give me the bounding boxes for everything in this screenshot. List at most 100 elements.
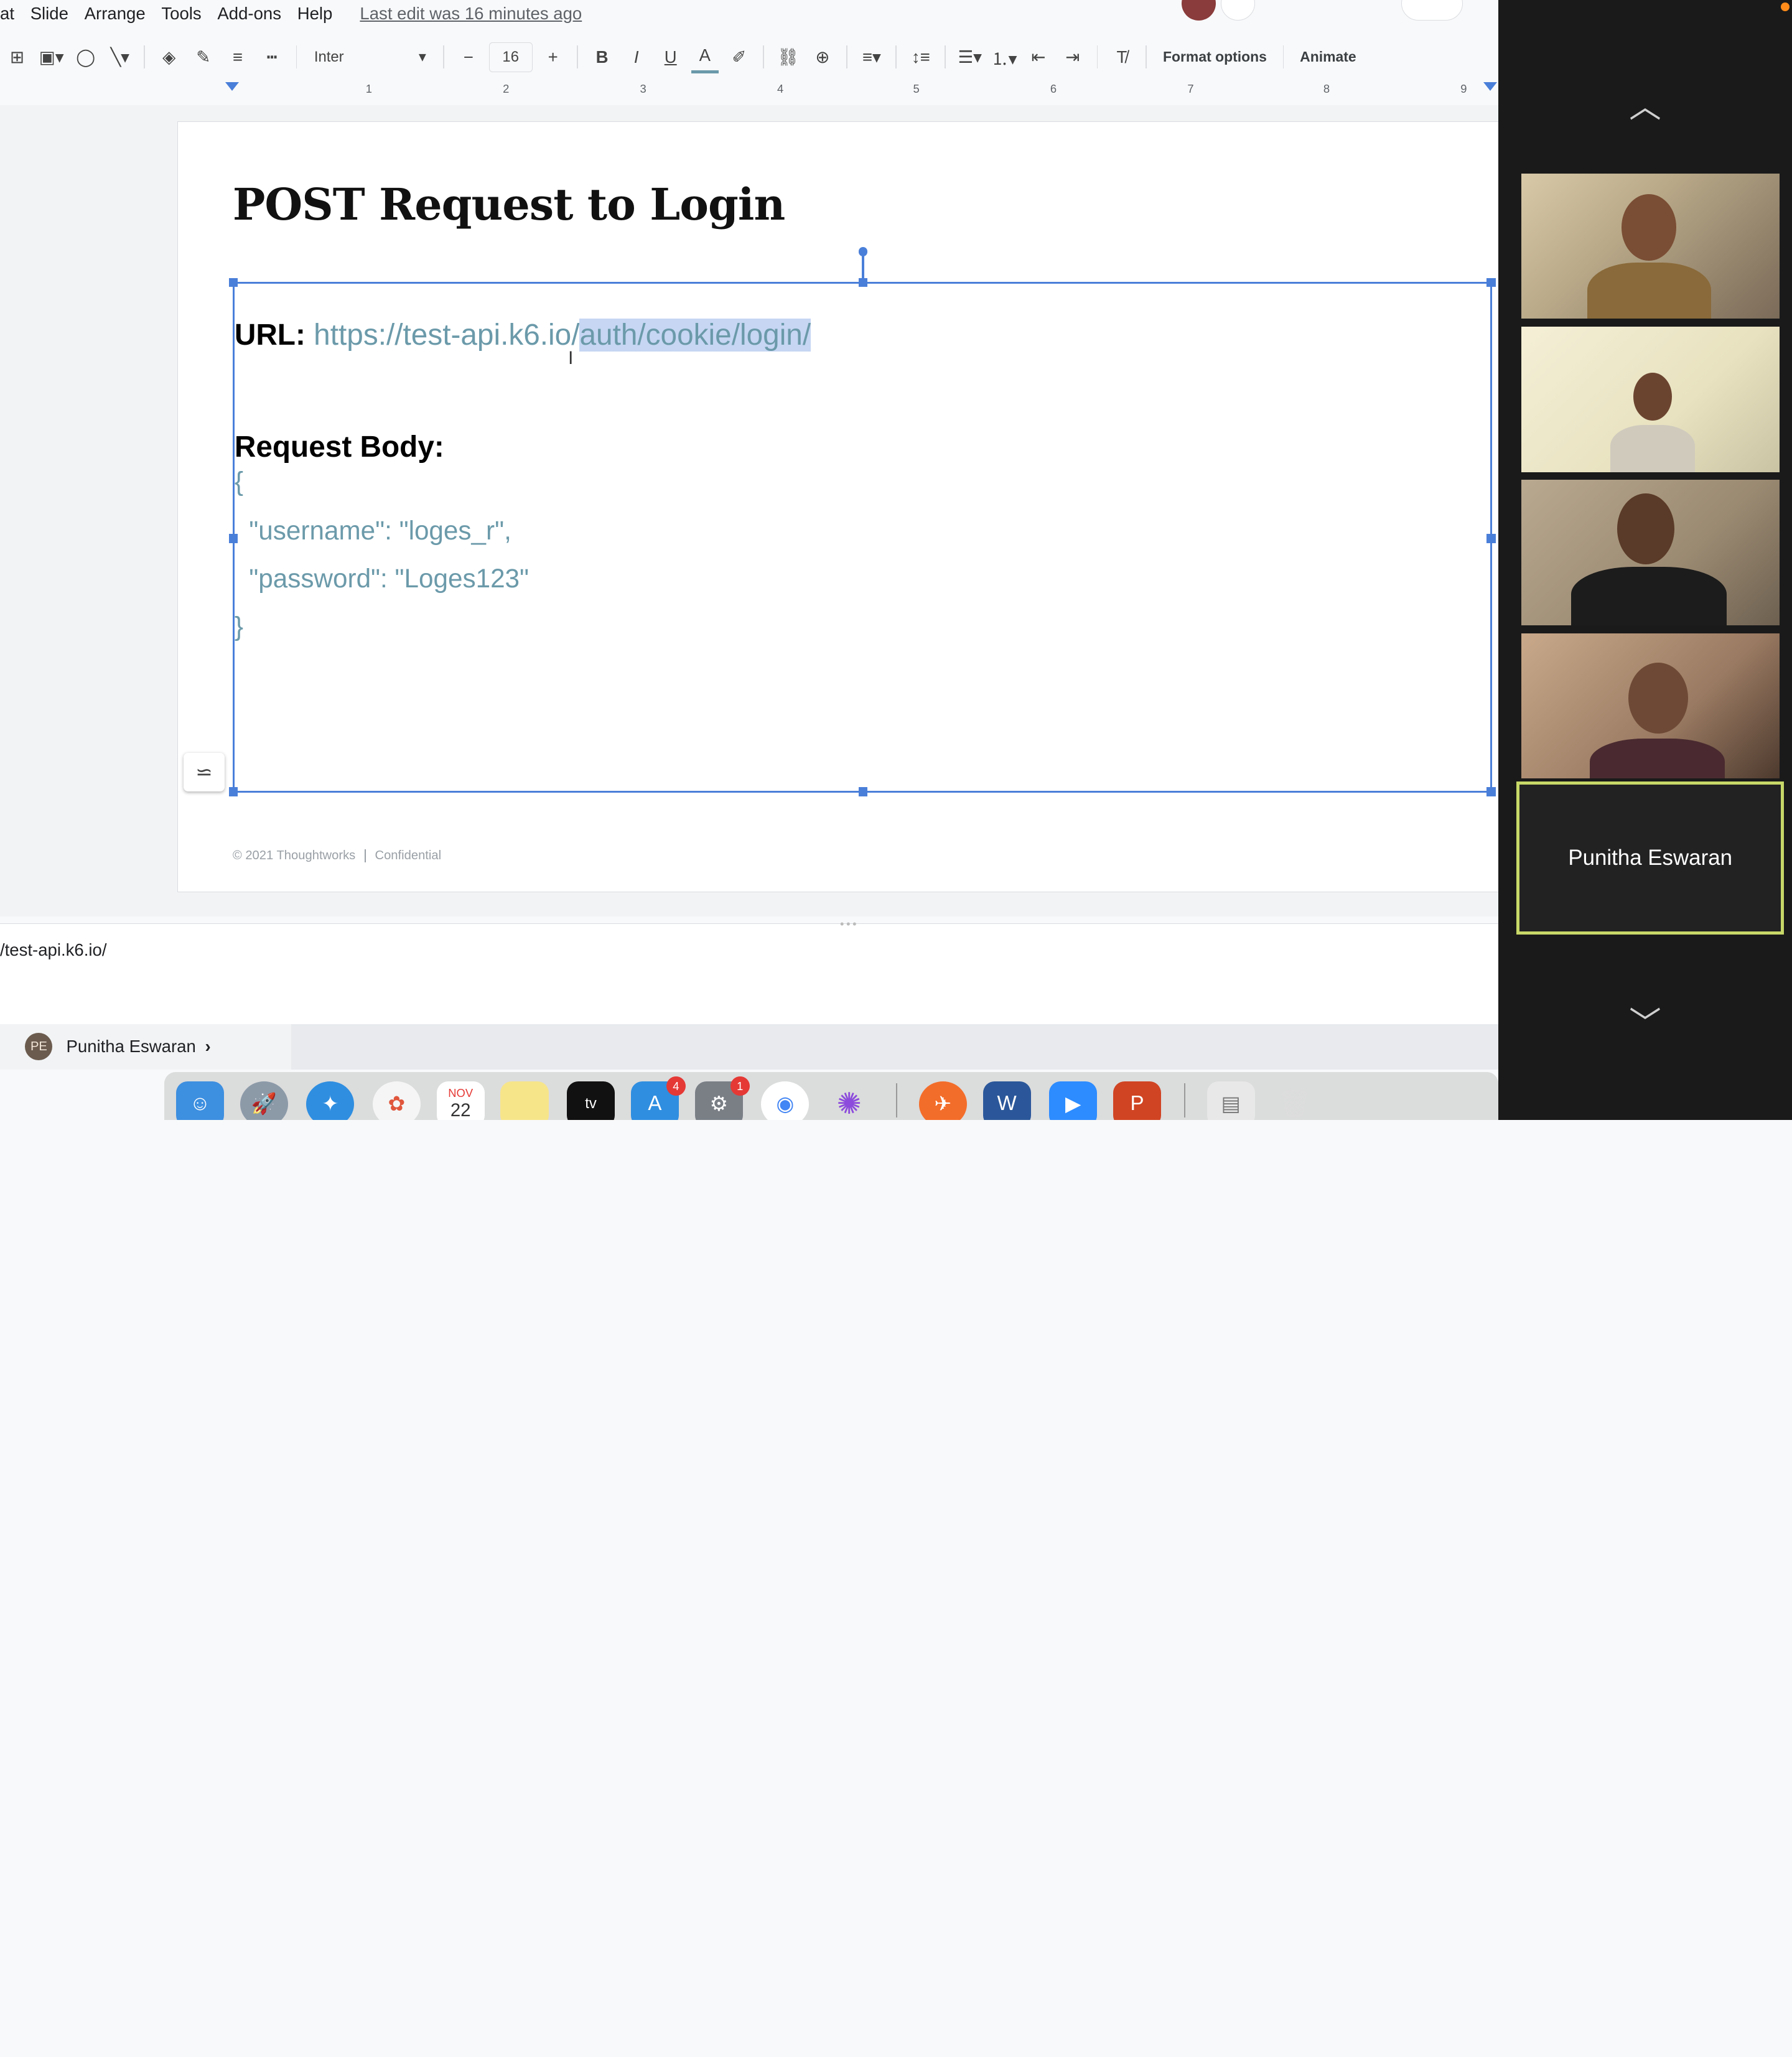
document-stack-icon[interactable]: ▤ [1206,1081,1255,1120]
resize-handle[interactable] [1486,787,1496,796]
video-tile[interactable] [1521,633,1780,778]
slide-canvas: POST Request to Login URL: https://test-… [0,105,1498,917]
menu-arrange[interactable]: Arrange [85,4,152,24]
comment-icon[interactable]: ⊕ [809,41,836,73]
active-speaker-tile[interactable]: Punitha Eswaran [1516,781,1785,935]
underline-icon[interactable]: U [657,41,684,73]
indent-marker-icon[interactable] [225,82,239,91]
word-icon[interactable]: W [982,1081,1031,1120]
slide[interactable]: POST Request to Login URL: https://test-… [177,121,1498,893]
chevron-right-icon: › [205,1037,211,1056]
url-line[interactable]: URL: https://test-api.k6.io/auth/cookie/… [235,318,811,352]
image-icon[interactable]: ▣▾ [38,41,65,73]
active-speaker-name: Punitha Eswaran [1568,846,1732,870]
request-body-label: Request Body: [234,430,444,464]
photos-icon[interactable]: ✿ [372,1081,421,1120]
font-select[interactable]: Inter ▾ [307,41,433,73]
resize-handle[interactable] [858,787,868,796]
increase-font-button[interactable]: + [539,41,567,73]
resize-handle[interactable] [228,278,238,287]
toolbar-divider [443,45,445,69]
collaborator-avatar[interactable] [1220,0,1255,21]
participant-head [1622,194,1677,261]
postman-icon[interactable]: ✈ [918,1081,967,1120]
video-tile[interactable] [1521,174,1780,319]
clear-formatting-icon[interactable]: T̸ [1108,41,1136,73]
settings-icon[interactable]: ⚙ 1 [694,1076,750,1120]
resize-handle[interactable] [1486,534,1496,543]
finder-icon[interactable]: ☺ [175,1081,224,1120]
powerpoint-icon[interactable]: P [1113,1081,1162,1120]
present-button[interactable] [1401,0,1463,21]
decrease-indent-icon[interactable]: ⇤ [1025,41,1052,73]
shape-icon[interactable]: ◯ [72,41,100,73]
trash-icon[interactable]: 🗑 [1271,1081,1318,1120]
highlight-icon[interactable]: ✐ [726,41,753,73]
autofit-toggle-icon[interactable]: ⋍ [183,752,225,791]
animate-button[interactable]: Animate [1300,49,1356,65]
format-options-button[interactable]: Format options [1163,49,1267,65]
last-edit-link[interactable]: Last edit was 16 minutes ago [360,4,582,24]
align-icon[interactable]: ≡▾ [858,41,885,73]
notes-resize-grip[interactable]: ••• [840,917,859,931]
textbox-icon[interactable]: ⊞ [4,41,31,73]
line-icon[interactable]: ╲▾ [106,41,134,73]
calendar-icon[interactable]: NOV 22 [436,1081,485,1120]
toolbar-divider [1146,45,1147,69]
flower-app-icon[interactable]: ✺ [825,1081,873,1120]
font-size-input[interactable]: 16 [488,42,533,72]
resize-handle[interactable] [858,278,868,287]
border-color-icon[interactable]: ✎ [190,41,217,73]
selected-textbox[interactable]: URL: https://test-api.k6.io/auth/cookie/… [228,247,1496,796]
screen-share-chip[interactable]: PE Punitha Eswaran › [0,1024,292,1070]
menu-addons[interactable]: Add-ons [217,4,288,24]
slide-title[interactable]: POST Request to Login [233,179,785,230]
settings-badge: 1 [730,1076,750,1096]
speaker-notes[interactable]: ••• /test-api.k6.io/ [0,917,1498,1024]
line-spacing-icon[interactable]: ↕≡ [907,41,935,73]
video-tile[interactable] [1521,480,1780,625]
appletv-icon[interactable]: tv [567,1081,615,1120]
notes-app-icon[interactable] [500,1081,549,1120]
dock: ☺ 🚀 ✦ ✿ NOV 22 tv A4 ⚙ 1 ◉ ✺ ✈ W ▶ P ▤ 🗑 [164,1071,1498,1120]
right-indent-marker-icon[interactable] [1483,82,1498,91]
collaborator-avatar[interactable] [1182,0,1216,21]
bold-icon[interactable]: B [589,41,616,73]
menu-help[interactable]: Help [297,4,340,24]
participant-body [1589,738,1725,778]
participant-head [1633,372,1673,421]
menu-format[interactable]: at [0,4,21,24]
rotation-handle[interactable] [858,247,868,256]
menu-tools[interactable]: Tools [161,4,208,24]
fill-color-icon[interactable]: ◈ [156,41,183,73]
border-dash-icon[interactable]: ┅ [258,41,286,73]
link-icon[interactable]: ⛓ [775,41,802,73]
chrome-icon[interactable]: ◉ [761,1081,810,1120]
chevron-down-icon[interactable]: ﹀ [1498,997,1792,1043]
zoom-icon[interactable]: ▶ [1049,1081,1098,1120]
video-tile[interactable] [1521,327,1780,472]
text-color-icon[interactable]: A [691,41,719,73]
increase-indent-icon[interactable]: ⇥ [1059,41,1086,73]
safari-icon[interactable]: ✦ [306,1081,355,1120]
participant-head [1617,493,1674,565]
appstore-icon[interactable]: A4 [630,1076,686,1120]
decrease-font-button[interactable]: − [455,41,482,73]
border-weight-icon[interactable]: ≡ [224,41,251,73]
menu-slide[interactable]: Slide [30,4,75,24]
ruler[interactable]: 1 2 3 4 5 6 7 8 9 [0,80,1498,101]
launchpad-icon[interactable]: 🚀 [240,1081,288,1120]
text-cursor-icon: I [568,347,574,368]
bulleted-list-icon[interactable]: ☰▾ [956,41,984,73]
ruler-number: 9 [1460,82,1467,96]
chevron-up-icon[interactable]: ︿ [1498,80,1792,127]
ruler-number: 2 [503,82,510,96]
resize-handle[interactable] [1486,278,1496,287]
notes-text[interactable]: /test-api.k6.io/ [0,940,106,960]
font-name: Inter [314,48,344,65]
italic-icon[interactable]: I [623,41,650,73]
bottom-bar: PE Punitha Eswaran › [0,1024,1498,1070]
resize-handle[interactable] [228,787,238,796]
toolbar-divider [1282,45,1284,69]
numbered-list-icon[interactable]: ⒈▾ [991,41,1018,73]
